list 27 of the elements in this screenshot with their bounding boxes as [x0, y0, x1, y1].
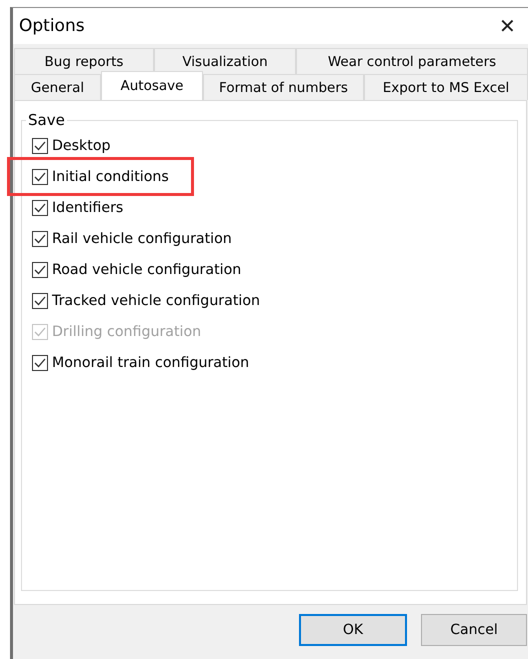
- checkbox[interactable]: [32, 230, 48, 246]
- tab[interactable]: Export to MS Excel: [364, 74, 528, 100]
- checkbox[interactable]: [32, 200, 48, 216]
- option-label: Monorail train configuration: [52, 354, 250, 370]
- tab[interactable]: Bug reports: [14, 48, 154, 74]
- checkbox[interactable]: [32, 292, 48, 308]
- checkbox[interactable]: [32, 262, 48, 278]
- checkbox[interactable]: [32, 138, 48, 154]
- option-label: Drilling configuration: [52, 324, 202, 340]
- close-button[interactable]: ✕: [495, 14, 520, 38]
- tab[interactable]: Autosave: [101, 71, 203, 100]
- option-label: Identifiers: [52, 200, 124, 216]
- option-label: Tracked vehicle configuration: [52, 292, 260, 308]
- checkbox[interactable]: [32, 354, 48, 370]
- group-title: Save: [27, 111, 66, 129]
- tab[interactable]: General: [14, 74, 101, 100]
- ok-button[interactable]: OK: [299, 614, 407, 646]
- cancel-button[interactable]: Cancel: [421, 614, 527, 646]
- option-label: Rail vehicle configuration: [52, 230, 232, 246]
- option-label: Initial conditions: [52, 168, 169, 184]
- tab[interactable]: Visualization: [154, 48, 296, 74]
- window-title: Options: [19, 16, 85, 36]
- option-label: Desktop: [52, 138, 111, 154]
- checkbox[interactable]: [32, 168, 48, 184]
- tab[interactable]: Wear control parameters: [296, 48, 528, 74]
- tab[interactable]: Format of numbers: [203, 74, 364, 100]
- option-label: Road vehicle configuration: [52, 262, 242, 278]
